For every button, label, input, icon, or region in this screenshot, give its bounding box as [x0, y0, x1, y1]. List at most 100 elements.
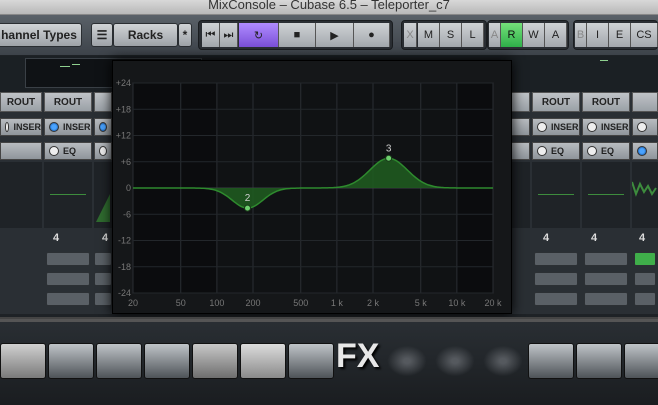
racks-button[interactable]: Racks	[113, 23, 178, 47]
inserts-row[interactable]: INSER	[582, 118, 630, 136]
eq-radio[interactable]	[537, 146, 547, 156]
waveform-icon[interactable]	[384, 343, 430, 379]
synth-icon[interactable]	[96, 343, 142, 379]
synth-icon[interactable]	[144, 343, 190, 379]
eq-radio[interactable]	[49, 146, 59, 156]
waveform-icon[interactable]	[480, 343, 526, 379]
eq-row[interactable]	[94, 142, 112, 160]
record-icon: ●	[368, 29, 375, 41]
send-slot[interactable]	[634, 292, 656, 306]
eq-radio[interactable]	[99, 146, 107, 156]
status-mute[interactable]: M	[418, 23, 440, 47]
eq-thumbnail[interactable]	[532, 162, 580, 228]
drum-kit-icon[interactable]	[240, 343, 286, 379]
eq-row[interactable]	[632, 142, 658, 160]
eq-graph[interactable]: 20 50 100 200 500 1 k2 k5 k 10 k 20 k+24+18+12+…	[113, 61, 511, 313]
inserts-radio[interactable]	[99, 122, 107, 132]
go-to-start-icon[interactable]: ⏮	[202, 23, 220, 47]
waveform-icon[interactable]	[432, 343, 478, 379]
stop-button[interactable]: ■	[279, 23, 316, 47]
inserts-row[interactable]: INSER	[44, 118, 92, 136]
eq-thumbnail[interactable]	[510, 162, 530, 228]
synth-icon[interactable]	[528, 343, 574, 379]
send-slot[interactable]	[584, 272, 628, 286]
eq-row[interactable]: EQ	[532, 142, 580, 160]
inserts-radio[interactable]	[5, 122, 10, 132]
channel-types-button[interactable]: hannel Types	[0, 23, 82, 47]
routing-header[interactable]: ROUT	[582, 92, 630, 112]
status-solo[interactable]: S	[440, 23, 462, 47]
pad-controller-icon[interactable]	[192, 343, 238, 379]
send-slot[interactable]	[534, 252, 578, 266]
bypass-inserts[interactable]: I	[587, 23, 609, 47]
eq-thumbnail[interactable]	[94, 162, 112, 228]
automation-a2[interactable]: A	[545, 23, 567, 47]
send-slot[interactable]	[534, 272, 578, 286]
bypass-cs[interactable]: CS	[631, 23, 658, 47]
synth-icon[interactable]	[624, 343, 658, 379]
synth-icon[interactable]	[48, 343, 94, 379]
send-slot[interactable]	[46, 292, 90, 306]
send-slot[interactable]	[94, 272, 112, 286]
automation-a[interactable]: A	[489, 23, 501, 47]
eq-radio[interactable]	[587, 146, 597, 156]
inserts-row[interactable]	[510, 118, 530, 136]
inserts-row[interactable]: INSER	[0, 118, 42, 136]
list-icon[interactable]: ☰	[91, 23, 113, 47]
inserts-row[interactable]: INSER	[532, 118, 580, 136]
inserts-row[interactable]	[94, 118, 112, 136]
send-slot[interactable]	[94, 292, 112, 306]
routing-header[interactable]: ROUT	[532, 92, 580, 112]
bypass-eq[interactable]: E	[609, 23, 631, 47]
routing-header[interactable]: ROUT	[44, 92, 92, 112]
routing-label: ROUT	[591, 96, 621, 108]
eq-row[interactable]: EQ	[44, 142, 92, 160]
drum-machine-icon[interactable]	[0, 343, 46, 379]
record-button[interactable]: ●	[354, 23, 390, 47]
status-listen[interactable]: L	[462, 23, 484, 47]
eq-thumbnail[interactable]	[632, 162, 658, 228]
cycle-button[interactable]: ↻	[239, 23, 279, 47]
eq-curve-popup[interactable]: 20 50 100 200 500 1 k2 k5 k 10 k 20 k +24 +18 +12 +…	[112, 60, 512, 314]
send-slot[interactable]	[46, 272, 90, 286]
send-slot[interactable]	[94, 252, 112, 266]
eq-curve-mini	[538, 194, 574, 195]
play-button[interactable]: ▶	[316, 23, 354, 47]
automation-read[interactable]: R	[501, 23, 523, 47]
eq-band-handle[interactable]	[244, 204, 252, 212]
inserts-radio[interactable]	[49, 122, 59, 132]
inserts-radio[interactable]	[637, 122, 647, 132]
fx-icon[interactable]: FX	[336, 337, 382, 381]
inserts-radio[interactable]	[537, 122, 547, 132]
eq-row[interactable]	[0, 142, 42, 160]
eq-row[interactable]	[510, 142, 530, 160]
synth-icon[interactable]	[288, 343, 334, 379]
send-slot[interactable]	[584, 252, 628, 266]
eq-band-handle[interactable]	[385, 154, 393, 162]
go-to-end-icon[interactable]: ⏭	[220, 23, 238, 47]
synth-icon[interactable]	[576, 343, 622, 379]
routing-header[interactable]: ROUT	[0, 92, 42, 112]
send-slot[interactable]	[634, 272, 656, 286]
send-slot[interactable]	[534, 292, 578, 306]
eq-thumbnail[interactable]	[0, 162, 42, 228]
eq-row[interactable]: EQ	[582, 142, 630, 160]
send-slot[interactable]	[584, 292, 628, 306]
routing-header[interactable]	[632, 92, 658, 112]
racks-star-button[interactable]: *	[178, 23, 192, 47]
overview-marker	[600, 60, 608, 61]
eq-thumbnail[interactable]	[44, 162, 92, 228]
routing-header[interactable]	[510, 92, 530, 112]
bypass-b[interactable]: B	[575, 23, 587, 47]
inserts-label: INSER	[551, 122, 579, 132]
eq-radio[interactable]	[637, 146, 647, 156]
status-x[interactable]: X	[404, 23, 417, 47]
routing-header[interactable]	[94, 92, 112, 112]
inserts-radio[interactable]	[587, 122, 597, 132]
eq-thumbnail[interactable]	[582, 162, 630, 228]
automation-write[interactable]: W	[523, 23, 545, 47]
inserts-row[interactable]	[632, 118, 658, 136]
send-slot-active[interactable]	[634, 252, 656, 266]
send-slot[interactable]	[46, 252, 90, 266]
eq-curve-mini	[96, 194, 110, 222]
